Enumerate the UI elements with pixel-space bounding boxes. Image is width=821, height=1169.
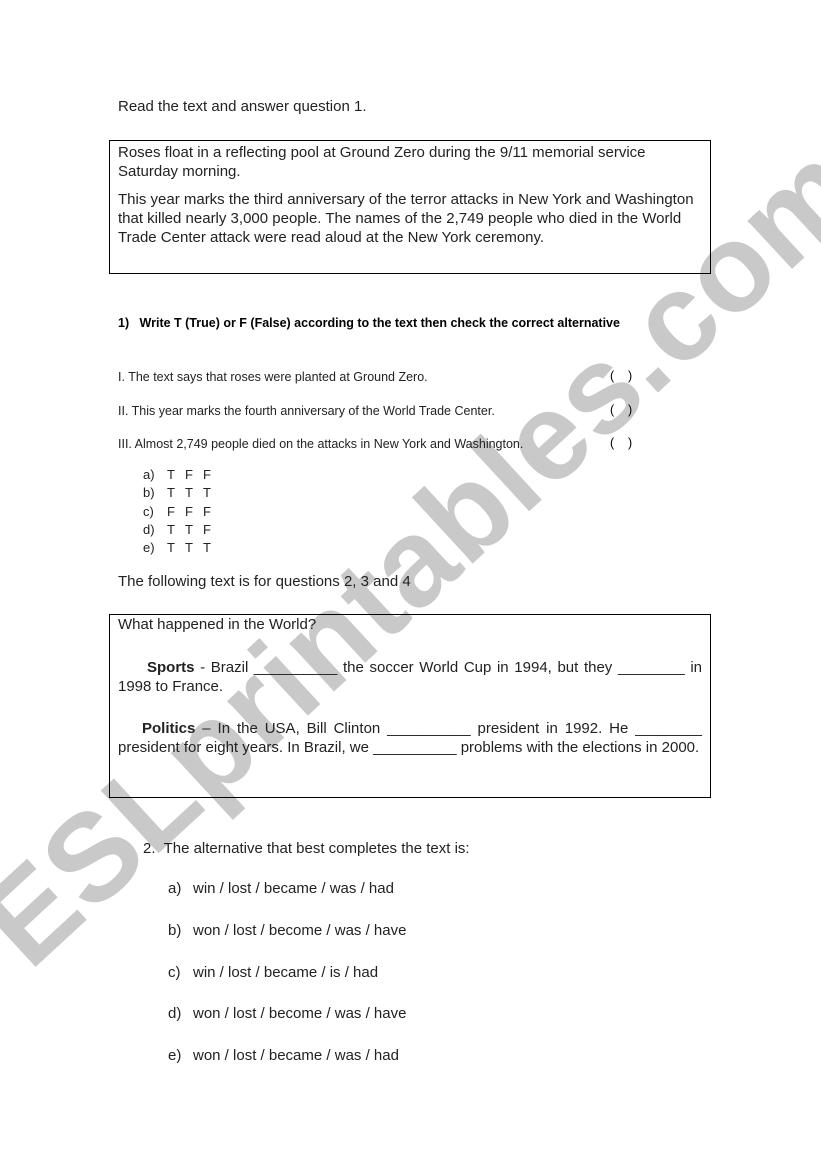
option-label: c): [143, 503, 154, 519]
statement-3: III. Almost 2,749 people died on the att…: [118, 437, 524, 451]
tf-option-e[interactable]: e) T T T: [143, 539, 221, 557]
tf-value: F: [203, 467, 211, 482]
passage-2-title: What happened in the World?: [118, 616, 317, 633]
q2-option-e[interactable]: e) won / lost / became / was / had: [168, 1047, 399, 1064]
tf-value: T: [167, 521, 175, 537]
sports-label: Sports: [147, 659, 195, 676]
politics-label: Politics: [142, 720, 196, 737]
answer-blank-2[interactable]: ( ): [610, 403, 632, 417]
statement-1: I. The text says that roses were planted…: [118, 370, 428, 384]
option-label: e): [168, 1047, 182, 1064]
passage-1-paragraph: Roses float in a reflecting pool at Grou…: [118, 144, 646, 180]
q2-option-d[interactable]: d) won / lost / become / was / have: [168, 1005, 406, 1022]
statement-2: II. This year marks the fourth anniversa…: [118, 404, 495, 418]
q2-option-a[interactable]: a) win / lost / became / was / had: [168, 880, 394, 897]
tf-value: F: [185, 503, 193, 519]
option-text: win / lost / became / was / had: [193, 880, 394, 897]
option-text: won / lost / became / was / had: [193, 1047, 399, 1064]
option-text: win / lost / became / is / had: [193, 964, 379, 981]
tf-value: T: [185, 540, 193, 556]
q2-option-c[interactable]: c) win / lost / became / is / had: [168, 964, 378, 981]
tf-value: T: [185, 485, 193, 501]
sports-paragraph: Sports - Brazil __________ the soccer Wo…: [118, 658, 702, 696]
option-label: b): [143, 485, 155, 501]
tf-value: F: [203, 521, 211, 537]
tf-value: F: [185, 467, 193, 482]
question-2-title: 2. The alternative that best completes t…: [143, 840, 470, 857]
tf-value: T: [167, 467, 175, 482]
tf-value: T: [203, 540, 211, 556]
option-label: d): [143, 521, 155, 537]
following-text-instruction: The following text is for questions 2, 3…: [118, 573, 411, 590]
tf-option-a[interactable]: a) T F F: [143, 466, 221, 484]
politics-paragraph: Politics – In the USA, Bill Clinton ____…: [118, 719, 702, 757]
tf-option-d[interactable]: d) T T F: [143, 521, 221, 539]
passage-2-box: What happened in the World? Sports - Bra…: [109, 614, 711, 798]
tf-value: T: [167, 485, 175, 501]
tf-options-list: a) T F F b) T T T c) F F F d) T T F e) T T T: [143, 466, 221, 557]
passage-1-box: Roses float in a reflecting pool at Grou…: [109, 140, 711, 274]
question-1-title: 1) Write T (True) or F (False) according…: [118, 316, 620, 330]
politics-text: – In the USA, Bill Clinton __________ pr…: [118, 720, 702, 756]
tf-value: T: [185, 521, 193, 537]
option-label: c): [168, 964, 181, 981]
tf-value: T: [203, 485, 211, 501]
option-text: won / lost / become / was / have: [193, 922, 407, 939]
tf-option-b[interactable]: b) T T T: [143, 484, 221, 502]
answer-blank-1[interactable]: ( ): [610, 369, 632, 383]
q2-option-b[interactable]: b) won / lost / become / was / have: [168, 922, 406, 939]
option-label: b): [168, 922, 182, 939]
option-label: d): [168, 1005, 182, 1022]
option-text: won / lost / become / was / have: [193, 1005, 407, 1022]
tf-value: F: [203, 503, 211, 519]
option-label: e): [143, 540, 155, 556]
option-label: a): [168, 880, 182, 897]
tf-option-c[interactable]: c) F F F: [143, 503, 221, 521]
passage-1-paragraph: This year marks the third anniversary of…: [118, 191, 694, 246]
tf-value: F: [167, 503, 175, 519]
option-label: a): [143, 467, 155, 482]
tf-value: T: [167, 540, 175, 556]
sports-text: - Brazil __________ the soccer World Cup…: [118, 659, 702, 695]
answer-blank-3[interactable]: ( ): [610, 436, 632, 450]
instruction-read-text: Read the text and answer question 1.: [118, 98, 367, 115]
